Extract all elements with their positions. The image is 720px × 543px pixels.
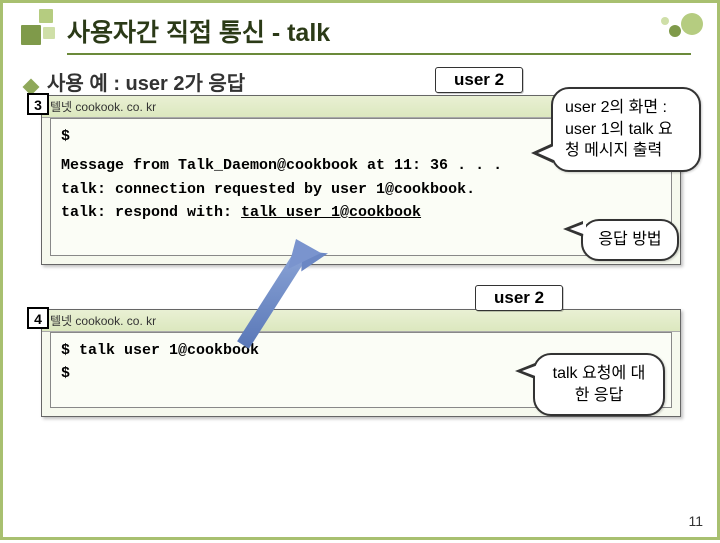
user-tag-1: user 2 (435, 67, 523, 93)
slide-title: 사용자간 직접 통신 - talk (67, 13, 691, 55)
bullet-text: 사용 예 : user 2가 응답 (47, 67, 245, 96)
title-decor (21, 9, 59, 47)
step-number-4: 4 (27, 307, 49, 329)
term1-line2: talk: connection requested by user 1@coo… (61, 178, 661, 201)
term1-respond-command: talk user 1@cookbook (241, 204, 421, 221)
terminal-titlebar-2: 텔넷 cookook. co. kr (42, 310, 680, 332)
user-tag-2: user 2 (475, 285, 563, 311)
step-number-3: 3 (27, 93, 49, 115)
page-number: 11 (688, 513, 703, 529)
callout-respond-method: 응답 방법 (581, 219, 679, 261)
corner-decor (655, 17, 703, 41)
callout-talk-response: talk 요청에 대한 응답 (533, 353, 665, 416)
callout-screen-note: user 2의 화면 : user 1의 talk 요청 메시지 출력 (551, 87, 701, 172)
